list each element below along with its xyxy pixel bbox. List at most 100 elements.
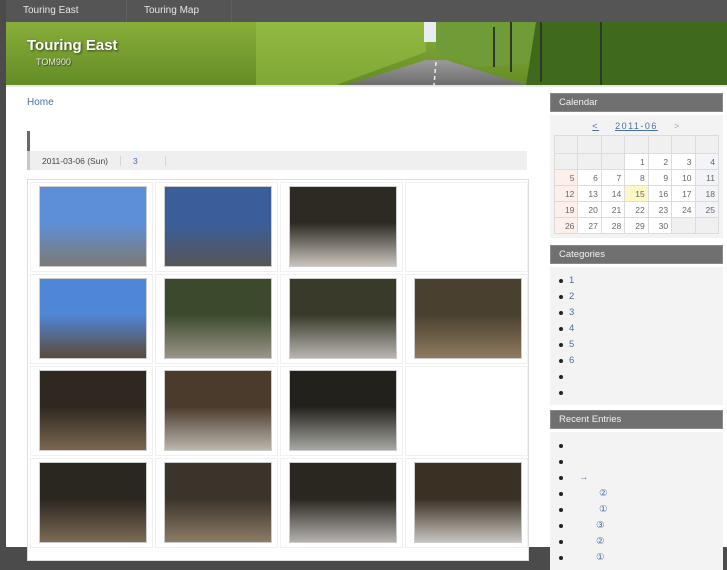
recent-entry-item xyxy=(557,438,719,454)
calendar-day: 25 xyxy=(694,201,720,218)
calendar-day: 23 xyxy=(647,201,673,218)
calendar-day: 20 xyxy=(577,201,602,218)
calendar-week: 12 13 14 15 16 17 18 xyxy=(553,185,720,202)
calendar-day: 19 xyxy=(553,201,579,218)
calendar-day-today: 15 xyxy=(624,185,649,202)
calendar-nav: < 2011-06 > xyxy=(554,119,719,135)
calendar-next: > xyxy=(673,121,681,131)
photo-thumbnail-forest-path-2[interactable] xyxy=(164,462,272,543)
categories-title: Categories xyxy=(550,245,723,264)
recent-entry-item: → xyxy=(557,470,719,486)
recent-entry-link[interactable]: ② xyxy=(569,488,608,499)
calendar-day: 5 xyxy=(553,169,579,186)
photo-grid xyxy=(30,182,528,548)
sidebar: Calendar < 2011-06 > 1 2 3 4 5 6 7 8 9 10 11 12 13 14… xyxy=(550,93,723,570)
calendar-week: 26 27 28 29 30 xyxy=(553,217,720,234)
photo-thumbnail-snowy-forest-path[interactable] xyxy=(289,278,397,359)
photo-thumbnail-large-tree[interactable] xyxy=(289,462,397,543)
gallery-cell xyxy=(280,182,403,272)
calendar-empty-cell xyxy=(694,217,720,234)
recent-entry-item: ① xyxy=(557,502,719,518)
post-date: 2011-03-06 (Sun) xyxy=(30,155,121,166)
category-link[interactable]: 5 xyxy=(569,339,574,350)
calendar-week: 1234 xyxy=(553,153,720,170)
recent-entry-item: ③ xyxy=(557,518,719,534)
calendar-day: 22 xyxy=(624,201,649,218)
photo-thumbnail-wooden-signpost[interactable] xyxy=(164,370,272,451)
calendar-weekday-cell xyxy=(553,135,579,154)
breadcrumb-home[interactable]: Home xyxy=(27,97,54,108)
recent-entry-link[interactable]: ① xyxy=(569,552,605,563)
recent-entry-item: ① xyxy=(557,550,719,566)
photo-thumbnail-station-parking-lot[interactable] xyxy=(39,186,147,267)
categories-widget: Categories 1 2 3 4 5 6 xyxy=(550,245,723,405)
category-item: 3 xyxy=(557,305,719,321)
category-item: 1 xyxy=(557,273,719,289)
calendar-weekday-cell xyxy=(600,135,626,154)
gallery-cell xyxy=(155,274,278,364)
gallery-cell xyxy=(30,458,153,548)
photo-thumbnail-mountain-road-sky[interactable] xyxy=(164,186,272,267)
photo-thumbnail-stream-bridge[interactable] xyxy=(289,370,397,451)
category-link[interactable]: 6 xyxy=(569,355,574,366)
calendar-day: 27 xyxy=(577,217,602,234)
gallery-cell xyxy=(155,182,278,272)
gallery-cell xyxy=(405,182,528,272)
photo-thumbnail-stone-steps[interactable] xyxy=(39,370,147,451)
recent-entry-link[interactable]: ③ xyxy=(569,520,605,531)
calendar-weekday-cell xyxy=(647,135,673,154)
recent-entries-widget: Recent Entries → ② ① ③ ② ① xyxy=(550,410,723,570)
calendar-weekday-cell xyxy=(671,135,696,154)
calendar-day: 10 xyxy=(671,169,696,186)
gallery-cell xyxy=(405,274,528,364)
calendar-day: 3 xyxy=(671,153,696,170)
photo-thumbnail-shrine-torii-forest[interactable] xyxy=(289,186,397,267)
calendar-day: 11 xyxy=(694,169,720,186)
calendar-day: 18 xyxy=(694,185,720,202)
calendar-day: 28 xyxy=(600,217,626,234)
photo-gallery xyxy=(27,179,529,561)
gallery-cell xyxy=(280,458,403,548)
recent-entry-link[interactable]: → xyxy=(569,472,589,483)
photo-thumbnail-hiker-on-road[interactable] xyxy=(164,278,272,359)
post-comment-count[interactable]: 3 xyxy=(121,155,166,166)
photo-thumbnail-forest-trail[interactable] xyxy=(414,278,522,359)
recent-entries-title: Recent Entries xyxy=(550,410,723,429)
calendar-day: 17 xyxy=(671,185,696,202)
calendar-widget: Calendar < 2011-06 > 1 2 3 4 5 6 7 8 9 10 11 12 13 14… xyxy=(550,93,723,238)
calendar-title: Calendar xyxy=(550,93,723,112)
photo-thumbnail-forest-path-1[interactable] xyxy=(39,462,147,543)
calendar-day: 7 xyxy=(600,169,626,186)
category-link[interactable]: 3 xyxy=(569,307,574,318)
recent-entry-link[interactable]: ② xyxy=(569,536,605,547)
header-banner: Touring East TOM900 xyxy=(6,22,727,85)
gallery-cell xyxy=(280,366,403,456)
calendar-day: 30 xyxy=(647,217,673,234)
category-item: 6 xyxy=(557,353,719,369)
calendar-empty-cell xyxy=(671,217,696,234)
category-link[interactable]: 2 xyxy=(569,291,574,302)
calendar-empty-cell xyxy=(600,153,626,170)
category-item: 2 xyxy=(557,289,719,305)
category-link[interactable]: 4 xyxy=(569,323,574,334)
gallery-cell xyxy=(30,274,153,364)
calendar-day: 9 xyxy=(647,169,673,186)
calendar-weekday-cell xyxy=(624,135,649,154)
photo-thumbnail-parking-lot-trees[interactable] xyxy=(39,278,147,359)
nav-touring-east-blog[interactable]: Touring East BLOG xyxy=(6,0,127,38)
top-navigation: Touring East BLOG Touring Map xyxy=(6,0,727,38)
nav-touring-map[interactable]: Touring Map xyxy=(127,0,232,22)
calendar-week: 19 20 21 22 23 24 25 xyxy=(553,201,720,218)
gallery-cell xyxy=(30,182,153,272)
calendar-day: 29 xyxy=(624,217,649,234)
category-link[interactable]: 1 xyxy=(569,275,574,286)
site-title[interactable]: Touring East xyxy=(27,37,118,54)
calendar-month-link[interactable]: 2011-06 xyxy=(615,121,658,131)
photo-thumbnail-trail-sign-board[interactable] xyxy=(414,462,522,543)
calendar-day: 1 xyxy=(624,153,649,170)
recent-entry-link[interactable]: ① xyxy=(569,504,608,515)
calendar-weekday-header xyxy=(553,135,720,154)
calendar-day: 12 xyxy=(553,185,579,202)
calendar-prev-link[interactable]: < xyxy=(592,121,599,131)
gallery-cell xyxy=(405,366,528,456)
